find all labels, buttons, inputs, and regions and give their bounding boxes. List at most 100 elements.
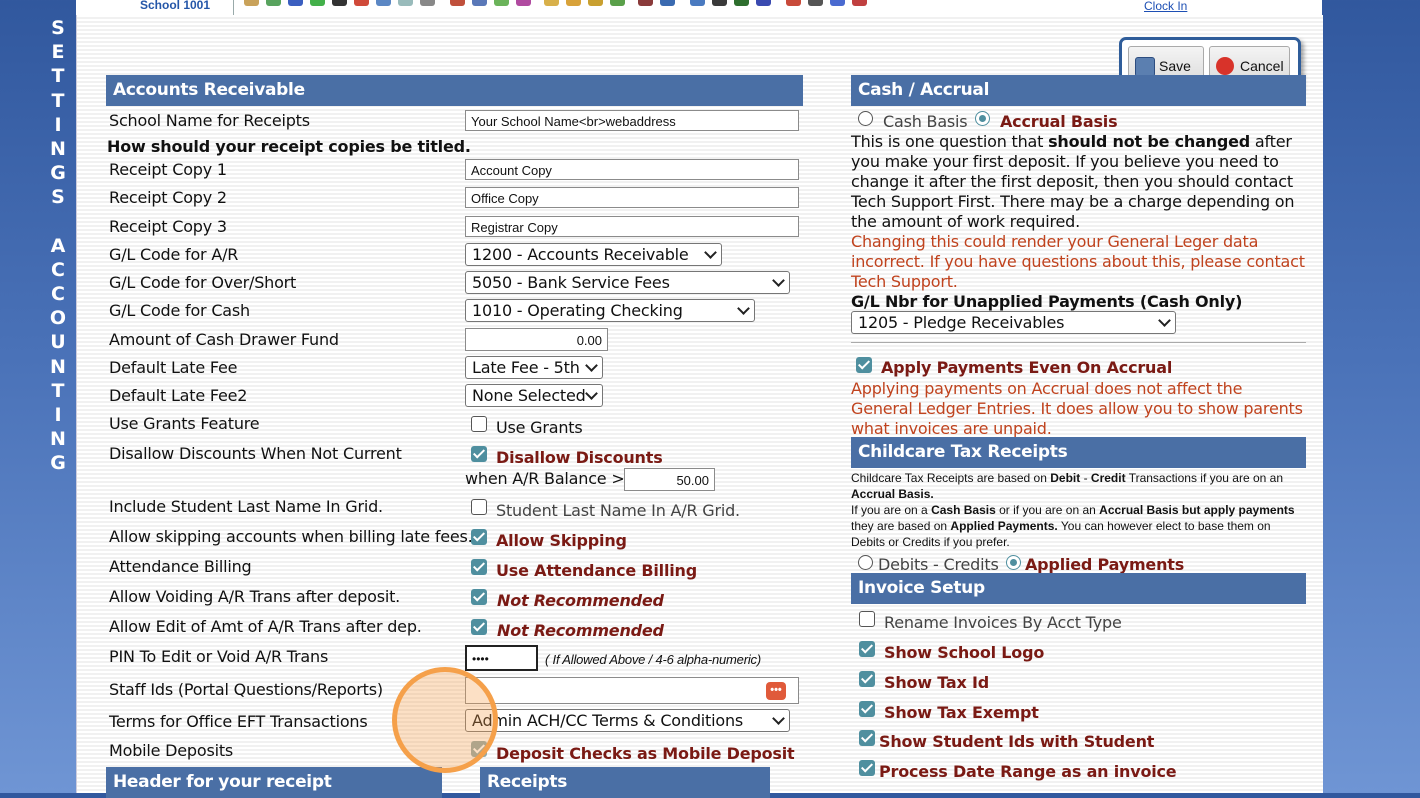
childcare-header: Childcare Tax Receipts — [851, 437, 1306, 468]
debits-credits-radio[interactable] — [858, 555, 873, 570]
coins-icon[interactable] — [588, 0, 603, 6]
people-icon[interactable] — [516, 0, 531, 6]
unapplied-label: G/L Nbr for Unapplied Payments (Cash Onl… — [851, 292, 1243, 311]
attendance-label: Attendance Billing — [109, 557, 252, 576]
balance-input[interactable]: 50.00 — [624, 468, 715, 491]
lastname-checkbox[interactable] — [471, 499, 487, 515]
grants-checkbox[interactable] — [471, 416, 487, 432]
gl-overshort-select[interactable]: 5050 - Bank Service Fees — [465, 271, 790, 294]
show-logo-checkbox[interactable] — [859, 641, 875, 657]
accrual-basis-radio[interactable] — [975, 111, 990, 126]
pin-input[interactable]: •••• — [465, 645, 538, 671]
tool-icon[interactable] — [244, 0, 259, 6]
money-icon[interactable] — [494, 0, 509, 6]
power-icon[interactable] — [852, 0, 867, 6]
tag-icon[interactable] — [566, 0, 581, 6]
receipt-copy1-input[interactable]: Account Copy — [465, 159, 799, 180]
side-label-letter: A — [50, 234, 66, 257]
eft-terms-value: Admin ACH/CC Terms & Conditions — [472, 711, 744, 730]
unapplied-select[interactable]: 1205 - Pledge Receivables — [851, 311, 1176, 334]
show-tax-id-option: Show Tax Id — [884, 673, 990, 692]
childcare-applied: Applied Payments. — [950, 519, 1058, 533]
house-icon[interactable] — [472, 0, 487, 6]
tools-icon[interactable] — [420, 0, 435, 6]
skip-option: Allow Skipping — [496, 531, 627, 550]
childcare-cash: Cash Basis — [931, 503, 996, 517]
skip-checkbox[interactable] — [471, 529, 487, 545]
phone-icon[interactable] — [332, 0, 347, 6]
childcare-text: or if you are on an — [995, 503, 1100, 517]
receipt-copy2-input[interactable]: Office Copy — [465, 187, 799, 208]
unapplied-value: 1205 - Pledge Receivables — [858, 313, 1065, 332]
childcare-accrual: Accrual Basis. — [851, 487, 934, 501]
show-student-ids-checkbox[interactable] — [859, 730, 875, 746]
childcare-accrual-apply: Accrual Basis but apply payments — [1099, 503, 1295, 517]
apply-payments-checkbox[interactable] — [856, 357, 872, 373]
school-name[interactable]: School 1001 — [140, 0, 210, 12]
clock-in-link[interactable]: Clock In — [1144, 0, 1187, 13]
gl-ar-label: G/L Code for A/R — [109, 245, 239, 264]
side-label-letter: N — [50, 428, 66, 451]
globe-icon[interactable] — [288, 0, 303, 6]
password-manager-icon[interactable]: ••• — [766, 682, 786, 700]
grid-icon[interactable] — [266, 0, 281, 6]
date-range-checkbox[interactable] — [859, 760, 875, 776]
edit-amt-checkbox[interactable] — [471, 619, 487, 635]
disallow-checkbox[interactable] — [471, 446, 487, 462]
gl-cash-select[interactable]: 1010 - Operating Checking — [465, 299, 755, 322]
side-label-letter: I — [54, 404, 62, 426]
printer-icon[interactable] — [808, 0, 823, 6]
school-name-input[interactable]: Your School Name<br>webaddress — [465, 110, 799, 131]
skip-label: Allow skipping accounts when billing lat… — [109, 527, 473, 546]
side-label-letter: S — [51, 186, 65, 209]
cash-drawer-input[interactable]: 0.00 — [465, 328, 608, 351]
screen-icon[interactable] — [712, 0, 727, 6]
side-label-letter: E — [51, 41, 65, 64]
invoice-setup-header: Invoice Setup — [851, 573, 1306, 604]
cash-basis-radio[interactable] — [858, 111, 873, 126]
gl-ar-value: 1200 - Accounts Receivable — [472, 245, 689, 264]
attendance-checkbox[interactable] — [471, 559, 487, 575]
gl-ar-select[interactable]: 1200 - Accounts Receivable — [465, 243, 722, 266]
side-label-letter: N — [50, 137, 66, 160]
speaker-icon[interactable] — [354, 0, 369, 6]
arrows-icon[interactable] — [610, 0, 625, 6]
applied-payments-radio[interactable] — [1006, 555, 1021, 570]
childcare-credit: Credit — [1090, 471, 1126, 485]
late-fee-select[interactable]: Late Fee - 5th — [465, 356, 603, 379]
monitor-icon[interactable] — [734, 0, 749, 6]
attendance-option: Use Attendance Billing — [496, 561, 697, 580]
grants-option: Use Grants — [496, 418, 583, 437]
side-label-letter: I — [54, 113, 62, 136]
grants-label: Use Grants Feature — [109, 414, 260, 433]
pdf-icon[interactable] — [786, 0, 801, 6]
show-tax-id-checkbox[interactable] — [859, 671, 875, 687]
side-label-letter: T — [51, 379, 65, 402]
window-icon[interactable] — [756, 0, 771, 6]
report-icon[interactable] — [450, 0, 465, 6]
rename-invoices-checkbox[interactable] — [859, 611, 875, 627]
receipt-copy3-input[interactable]: Registrar Copy — [465, 216, 799, 237]
accrual-explanation: This is one question that should not be … — [851, 132, 1311, 232]
receipts-section: Receipts — [480, 767, 770, 798]
gear-icon[interactable] — [660, 0, 675, 6]
folder-icon[interactable] — [544, 0, 559, 6]
voiding-checkbox[interactable] — [471, 589, 487, 605]
childcare-debit: Debit — [1050, 471, 1081, 485]
doc-icon[interactable] — [398, 0, 413, 6]
chart-icon[interactable] — [376, 0, 391, 6]
staff-ids-input[interactable] — [465, 677, 799, 704]
arrow-icon[interactable] — [310, 0, 325, 6]
eft-terms-select[interactable]: Admin ACH/CC Terms & Conditions — [465, 709, 790, 732]
side-label-letter: G — [50, 452, 66, 475]
box-icon[interactable] — [638, 0, 653, 6]
late-fee2-select[interactable]: None Selected — [465, 384, 603, 407]
floppy-disk-icon — [1135, 57, 1155, 77]
apply-payments-option: Apply Payments Even On Accrual — [881, 358, 1173, 377]
late-fee-value: Late Fee - 5th — [472, 358, 580, 377]
show-student-ids-option: Show Student Ids with Student — [879, 732, 1155, 751]
show-tax-exempt-checkbox[interactable] — [859, 701, 875, 717]
calendar-icon[interactable] — [690, 0, 705, 6]
accrual-warning: Changing this could render your General … — [851, 232, 1305, 291]
help-icon[interactable] — [830, 0, 845, 6]
